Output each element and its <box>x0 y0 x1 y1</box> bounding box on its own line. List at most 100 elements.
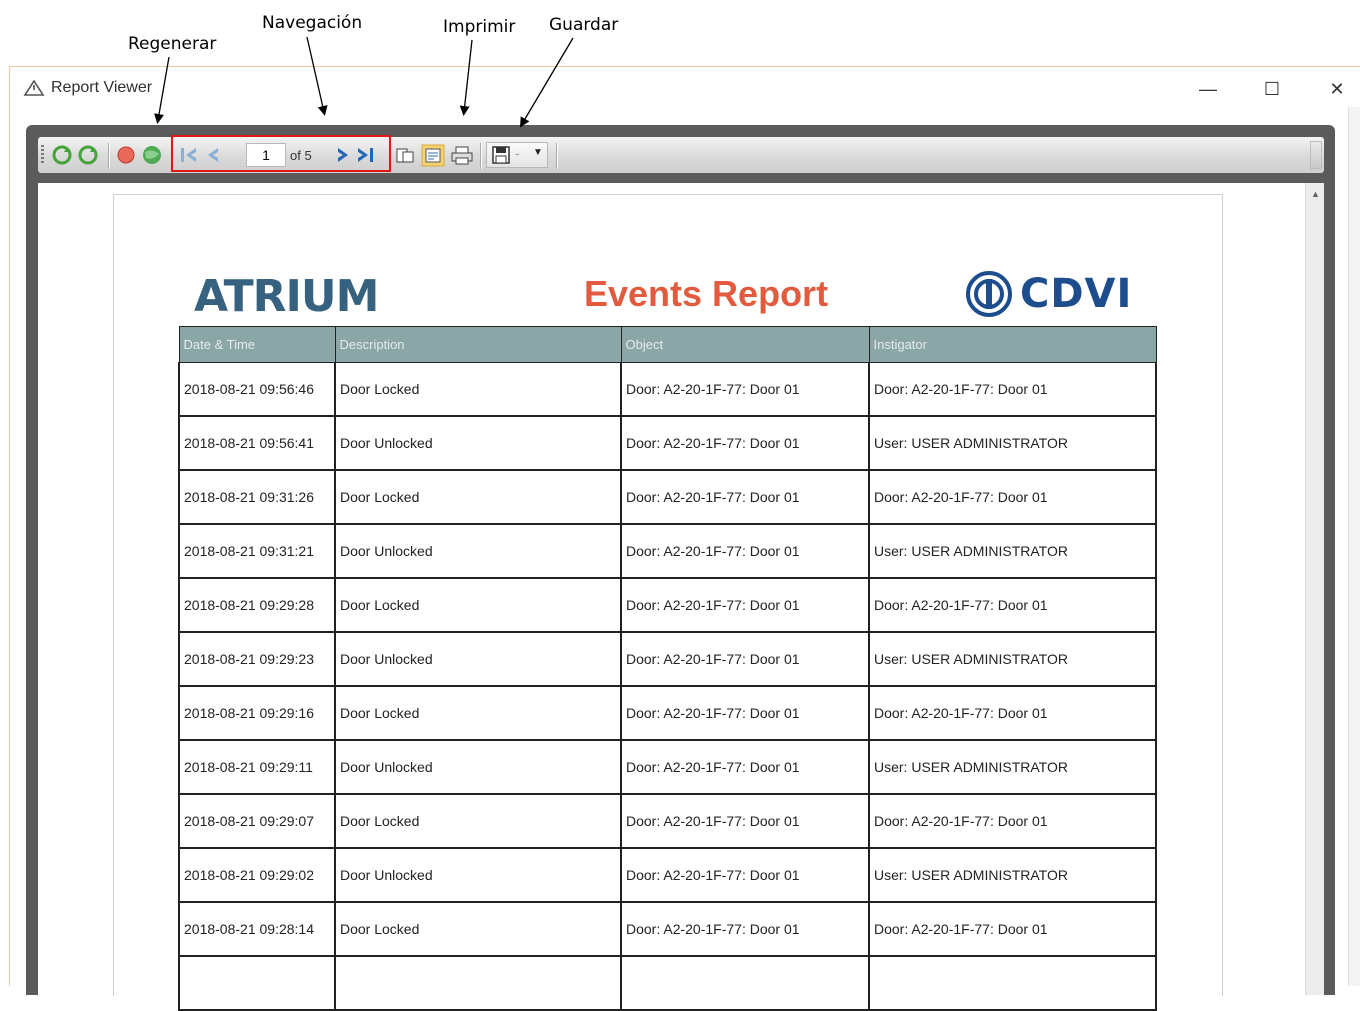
cell-object: Door: A2-20-1F-77: Door 01 <box>620 631 870 687</box>
column-header-object: Object <box>620 326 870 363</box>
cell-description: Door Locked <box>334 577 622 633</box>
maximize-button[interactable]: ☐ <box>1252 75 1292 103</box>
cell-date-time: 2018-08-21 09:31:21 <box>178 523 336 579</box>
cell-instigator: User: USER ADMINISTRATOR <box>868 739 1157 795</box>
table-row: 2018-08-21 09:29:07 Door Locked Door: A2-2… <box>178 793 1157 849</box>
cell-object: Door: A2-20-1F-77: Door 01 <box>620 577 870 633</box>
column-header-instigator: Instigator <box>868 326 1157 363</box>
page-total-label: of 5 <box>290 148 312 163</box>
cell-date-time: 2018-08-21 09:29:16 <box>178 685 336 741</box>
table-row: 2018-08-21 09:29:02 Door Unlocked Door: A2… <box>178 847 1157 903</box>
table-row: 2018-08-21 09:29:23 Door Unlocked Door: A2… <box>178 631 1157 687</box>
cell-description: Door Unlocked <box>334 631 622 687</box>
column-header-date-time: Date & Time <box>178 326 336 363</box>
scroll-up-icon[interactable]: ▲ <box>1311 189 1320 199</box>
cell-object <box>620 955 870 1011</box>
minimize-button[interactable]: — <box>1188 75 1228 103</box>
cell-object: Door: A2-20-1F-77: Door 01 <box>620 415 870 471</box>
cell-date-time: 2018-08-21 09:29:11 <box>178 739 336 795</box>
cell-instigator: User: USER ADMINISTRATOR <box>868 523 1157 579</box>
cell-description: Door Locked <box>334 469 622 525</box>
page-number-input[interactable]: 1 <box>246 143 286 167</box>
cell-instigator: Door: A2-20-1F-77: Door 01 <box>868 362 1157 417</box>
cell-object: Door: A2-20-1F-77: Door 01 <box>620 685 870 741</box>
cell-description: Door Locked <box>334 793 622 849</box>
next-page-icon <box>338 148 348 162</box>
save-icon <box>492 146 510 164</box>
cell-description: Door Unlocked <box>334 739 622 795</box>
callout-imprimir: Imprimir <box>443 17 516 37</box>
table-header-row: Date & Time Description Object Instigato… <box>178 326 1157 363</box>
cell-date-time: 2018-08-21 09:31:26 <box>178 469 336 525</box>
cell-object: Door: A2-20-1F-77: Door 01 <box>620 901 870 957</box>
report-content-area: ATRIUM Events Report CDVI Date & Time De… <box>38 183 1324 1011</box>
cell-object: Door: A2-20-1F-77: Door 01 <box>620 469 870 525</box>
cell-instigator: User: USER ADMINISTRATOR <box>868 631 1157 687</box>
callout-guardar: Guardar <box>549 15 619 35</box>
cell-description: Door Locked <box>334 362 622 417</box>
cell-description <box>334 955 622 1011</box>
refresh-icon <box>52 145 72 165</box>
toolbar-separator <box>556 143 557 169</box>
cell-instigator: Door: A2-20-1F-77: Door 01 <box>868 901 1157 957</box>
table-row: 2018-08-21 09:28:14 Door Locked Door: A2-2… <box>178 901 1157 957</box>
last-page-icon <box>358 148 373 162</box>
cell-date-time: 2018-08-21 09:29:02 <box>178 847 336 903</box>
window-vertical-scrollbar[interactable] <box>1348 107 1360 986</box>
table-row: 2018-08-21 09:31:21 Door Unlocked Door: A2… <box>178 523 1157 579</box>
cell-instigator: User: USER ADMINISTRATOR <box>868 847 1157 903</box>
cell-instigator: Door: A2-20-1F-77: Door 01 <box>868 469 1157 525</box>
page-setup-icon <box>396 148 414 163</box>
table-row: 2018-08-21 09:56:46 Door Locked Door: A2-2… <box>178 362 1157 417</box>
print-icon <box>451 146 473 165</box>
table-row: 2018-08-21 09:56:41 Door Unlocked Door: A2… <box>178 415 1157 471</box>
callout-regenerar: Regenerar <box>128 34 217 54</box>
report-vertical-scrollbar[interactable]: ▲ <box>1305 183 1324 995</box>
cell-instigator <box>868 955 1157 1011</box>
cell-object: Door: A2-20-1F-77: Door 01 <box>620 523 870 579</box>
table-row: 2018-08-21 09:31:26 Door Locked Door: A2-2… <box>178 469 1157 525</box>
cell-description: Door Unlocked <box>334 847 622 903</box>
globe-icon <box>143 146 161 164</box>
report-title: Events Report <box>584 273 829 314</box>
previous-page-icon <box>208 148 218 162</box>
window-title: Report Viewer <box>51 79 153 96</box>
table-row: 2018-08-21 09:29:16 Door Locked Door: A2-2… <box>178 685 1157 741</box>
cell-description: Door Locked <box>334 685 622 741</box>
callout-navegacion: Navegación <box>262 13 363 33</box>
refresh-icon <box>78 145 98 165</box>
close-button[interactable]: ✕ <box>1317 75 1357 103</box>
cdvi-emblem-icon <box>966 271 1012 317</box>
print-layout-icon <box>421 144 445 167</box>
nav-back-buttons <box>181 148 218 162</box>
stop-buttons <box>117 146 161 164</box>
toolbar-separator <box>480 143 481 169</box>
save-dropdown[interactable]: - ▼ <box>486 142 548 168</box>
report-toolbar: 1 of 5 - ▼ <box>38 135 1324 173</box>
toolbar-grip[interactable] <box>41 145 44 165</box>
first-page-icon <box>181 148 196 162</box>
cell-date-time: 2018-08-21 09:29:07 <box>178 793 336 849</box>
table-row: 2018-08-21 09:29:11 Door Unlocked Door: A2… <box>178 739 1157 795</box>
report-viewer-control: 1 of 5 - ▼ ATRIUM Events Report CDVI Dat… <box>26 125 1335 1011</box>
cell-instigator: User: USER ADMINISTRATOR <box>868 415 1157 471</box>
cell-instigator: Door: A2-20-1F-77: Door 01 <box>868 685 1157 741</box>
cell-description: Door Locked <box>334 901 622 957</box>
cell-date-time: 2018-08-21 09:28:14 <box>178 901 336 957</box>
cell-object: Door: A2-20-1F-77: Door 01 <box>620 739 870 795</box>
cell-instigator: Door: A2-20-1F-77: Door 01 <box>868 793 1157 849</box>
cdvi-logo: CDVI <box>966 271 1132 317</box>
events-table: Date & Time Description Object Instigato… <box>178 326 1157 1011</box>
cell-object: Door: A2-20-1F-77: Door 01 <box>620 793 870 849</box>
report-page: ATRIUM Events Report CDVI Date & Time De… <box>113 194 1223 1011</box>
toolbar-separator <box>108 143 109 169</box>
toolbar-overflow-button[interactable] <box>1310 141 1322 169</box>
report-viewer-window: Report Viewer — ☐ ✕ 1 of 5 - ▼ ATRIUM Ev… <box>9 66 1360 1011</box>
cell-description: Door Unlocked <box>334 415 622 471</box>
warning-triangle-icon <box>23 79 45 96</box>
cell-date-time: 2018-08-21 09:56:46 <box>178 362 336 417</box>
nav-forward-buttons <box>338 148 373 162</box>
table-row: 2018-08-21 09:29:28 Door Locked Door: A2-2… <box>178 577 1157 633</box>
stop-icon <box>117 146 135 164</box>
cell-date-time: 2018-08-21 09:56:41 <box>178 415 336 471</box>
